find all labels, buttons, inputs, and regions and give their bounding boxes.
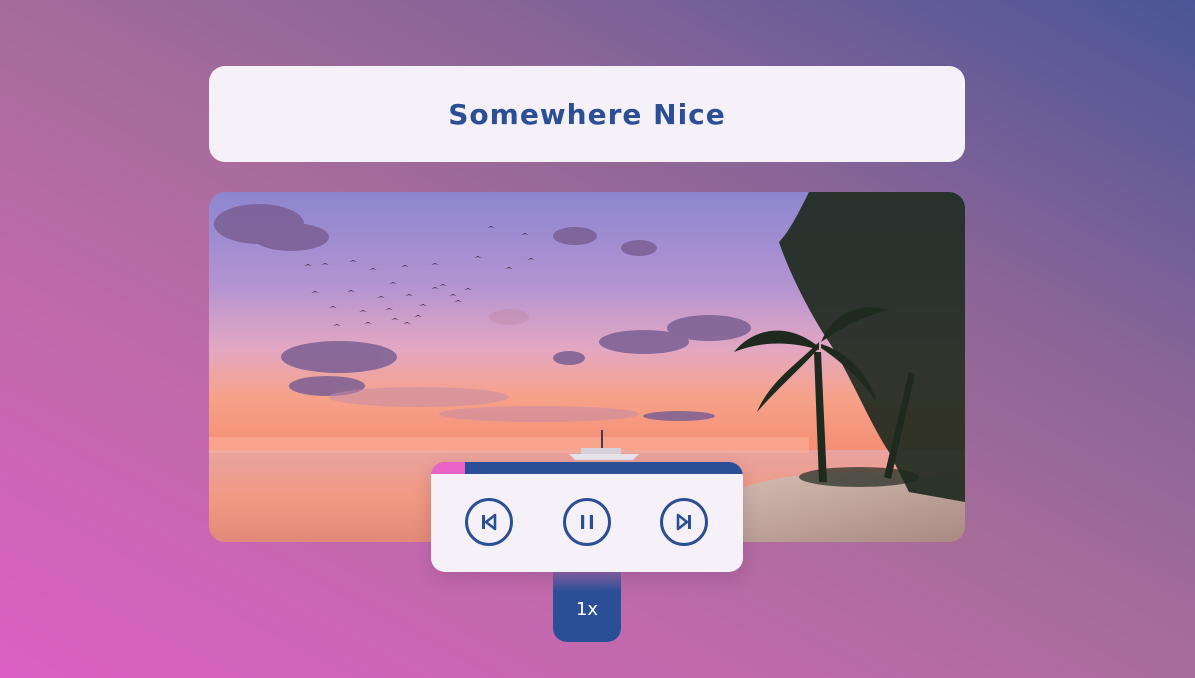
progress-bar[interactable] — [431, 462, 743, 474]
pause-icon — [576, 511, 598, 533]
skip-next-icon — [673, 511, 695, 533]
skip-previous-icon — [478, 511, 500, 533]
video-title: Somewhere Nice — [448, 97, 726, 131]
playback-speed-button[interactable]: 1x — [553, 572, 621, 642]
playback-speed-label: 1x — [575, 598, 599, 620]
previous-button[interactable] — [465, 498, 513, 546]
progress-fill — [431, 462, 465, 474]
next-button[interactable] — [660, 498, 708, 546]
pause-button[interactable] — [563, 498, 611, 546]
title-card: Somewhere Nice — [209, 66, 965, 162]
player-controls — [431, 462, 743, 572]
